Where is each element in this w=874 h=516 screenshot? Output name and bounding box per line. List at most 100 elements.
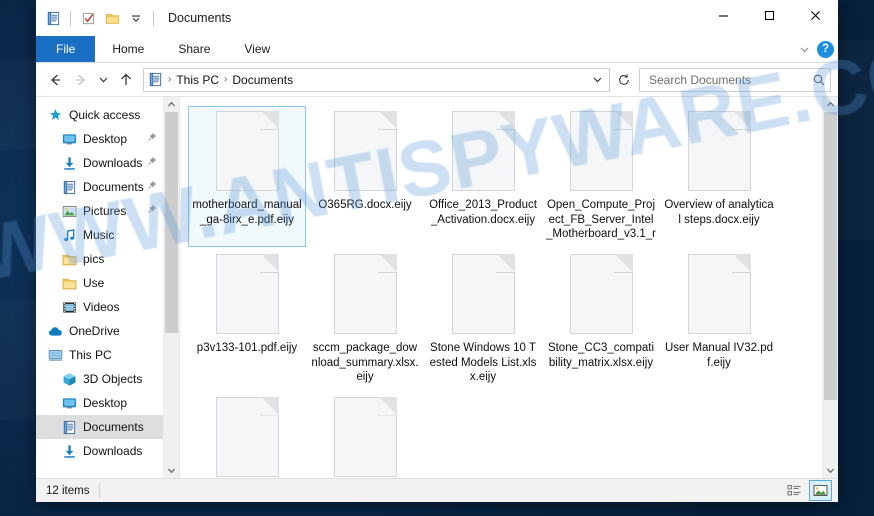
search-icon[interactable] — [812, 73, 826, 87]
content-scrollbar[interactable] — [822, 97, 838, 478]
up-button[interactable] — [114, 68, 138, 92]
chevron-down-icon[interactable] — [798, 43, 811, 56]
file-item[interactable]: p3v133-101.pdf.eijy — [188, 249, 306, 390]
tab-share[interactable]: Share — [161, 36, 227, 62]
breadcrumb-documents[interactable]: Documents — [229, 73, 296, 87]
file-item[interactable]: Stone Windows 10 Tested Models List.xlsx… — [424, 249, 542, 390]
customize-dropdown-icon[interactable] — [125, 7, 147, 29]
file-name-label: Overview of analytical steps.docx.eijy — [664, 199, 774, 226]
sidebar-item-label: OneDrive — [69, 324, 120, 338]
sidebar-item-pictures[interactable]: Pictures — [36, 199, 163, 223]
encrypted-file-icon — [451, 111, 515, 191]
document-properties-icon[interactable] — [42, 7, 64, 29]
search-input[interactable] — [647, 71, 812, 88]
content-scroll-down-arrow[interactable] — [823, 463, 838, 478]
tab-file[interactable]: File — [36, 36, 96, 62]
search-box[interactable] — [639, 67, 831, 92]
sidebar-item-label: Desktop — [83, 396, 128, 410]
downloads-icon — [61, 155, 77, 171]
pin-icon[interactable] — [146, 156, 157, 170]
file-item[interactable] — [188, 392, 306, 479]
file-item[interactable]: Stone_CC3_compatibility_matrix.xlsx.eijy — [542, 249, 660, 390]
sidebar-item-label: 3D Objects — [83, 372, 143, 386]
breadcrumb-separator-2[interactable]: › — [222, 74, 229, 85]
ribbon-right-controls: ? — [798, 36, 834, 62]
breadcrumb[interactable]: › This PC › Documents — [143, 67, 610, 92]
file-item[interactable]: Overview of analytical steps.docx.eijy — [660, 106, 778, 247]
help-button[interactable]: ? — [817, 40, 834, 58]
file-name-label: Office_2013_Product_Activation.docx.eijy — [429, 199, 537, 226]
address-bar-row: › This PC › Documents — [36, 63, 838, 96]
toolbar-divider — [70, 10, 71, 26]
sidebar-item-desktop[interactable]: Desktop — [36, 391, 163, 415]
forward-button[interactable] — [69, 68, 93, 92]
file-item[interactable]: Open_Compute_Project_FB_Server_Intel_Mot… — [542, 106, 660, 247]
large-icons-view-icon[interactable] — [809, 480, 832, 501]
status-divider — [99, 483, 101, 498]
sidebar-item-music[interactable]: Music — [36, 223, 163, 247]
file-item[interactable]: motherboard_manual_ga-8irx_e.pdf.eijy — [188, 106, 306, 247]
file-name-label: Open_Compute_Project_FB_Server_Intel_Mot… — [546, 199, 656, 240]
folder-icon — [61, 251, 77, 267]
sidebar-item-label: Documents — [83, 420, 144, 434]
minimize-button[interactable] — [700, 0, 746, 30]
videos-icon — [61, 299, 77, 315]
content-scroll-track[interactable] — [823, 112, 838, 463]
content-scroll-thumb[interactable] — [824, 112, 837, 400]
pin-icon[interactable] — [146, 204, 157, 218]
breadcrumb-separator-1[interactable]: › — [166, 74, 173, 85]
desktop-icon — [61, 395, 77, 411]
navigation-scrollbar[interactable] — [163, 97, 179, 478]
recent-locations-button[interactable] — [95, 68, 112, 92]
folder-icon — [61, 275, 77, 291]
pin-icon[interactable] — [146, 132, 157, 146]
pin-icon[interactable] — [146, 180, 157, 194]
nav-scroll-thumb[interactable] — [165, 112, 178, 334]
sidebar-item-documents[interactable]: Documents — [36, 415, 163, 439]
details-view-icon[interactable] — [783, 480, 806, 501]
refresh-button[interactable] — [614, 70, 633, 90]
file-item[interactable]: O365RG.docx.eijy — [306, 106, 424, 247]
sidebar-item-label: Desktop — [83, 132, 128, 146]
sidebar-item-label: pics — [83, 252, 105, 266]
breadcrumb-this-pc[interactable]: This PC — [173, 73, 222, 87]
sidebar-item-use[interactable]: Use — [36, 271, 163, 295]
sidebar-item-pics[interactable]: pics — [36, 247, 163, 271]
files-view[interactable]: motherboard_manual_ga-8irx_e.pdf.eijy O36… — [180, 97, 822, 478]
nav-scroll-up-arrow[interactable] — [164, 97, 179, 112]
sidebar-item-label: Videos — [83, 300, 120, 314]
maximize-button[interactable] — [746, 0, 792, 30]
file-item[interactable] — [306, 392, 424, 479]
sidebar-item-quick-access[interactable]: Quick access — [36, 103, 163, 127]
sidebar-item-onedrive[interactable]: OneDrive — [36, 319, 163, 343]
sidebar-item-downloads[interactable]: Downloads — [36, 151, 163, 175]
file-grid: motherboard_manual_ga-8irx_e.pdf.eijy O36… — [188, 106, 822, 478]
sidebar-item-documents[interactable]: Documents — [36, 175, 163, 199]
close-button[interactable] — [792, 0, 838, 30]
navigation-pane: Quick access Desktop Downloads Documents Pic… — [36, 97, 179, 478]
new-folder-icon[interactable] — [101, 7, 123, 29]
back-button[interactable] — [43, 68, 67, 92]
nav-scroll-down-arrow[interactable] — [164, 463, 179, 478]
star-pin-icon — [47, 107, 63, 123]
file-name-label: Stone Windows 10 Tested Models List.xlsx… — [429, 342, 537, 383]
sidebar-item-videos[interactable]: Videos — [36, 295, 163, 319]
window-title: Documents — [168, 11, 232, 25]
sidebar-item-desktop[interactable]: Desktop — [36, 127, 163, 151]
quick-access-toolbar — [36, 7, 158, 29]
file-item[interactable]: User Manual IV32.pdf.eijy — [660, 249, 778, 390]
checkbox-properties-icon[interactable] — [77, 7, 99, 29]
sidebar-item-downloads[interactable]: Downloads — [36, 439, 163, 463]
encrypted-file-icon — [333, 396, 397, 477]
tab-view[interactable]: View — [227, 36, 287, 62]
file-item[interactable]: Office_2013_Product_Activation.docx.eijy — [424, 106, 542, 247]
sidebar-item-label: This PC — [69, 348, 112, 362]
tab-home[interactable]: Home — [95, 36, 161, 62]
file-item[interactable]: sccm_package_download_summary.xlsx.eijy — [306, 249, 424, 390]
content-scroll-up-arrow[interactable] — [823, 97, 838, 112]
sidebar-item-this-pc[interactable]: This PC — [36, 343, 163, 367]
nav-scroll-track[interactable] — [164, 112, 179, 463]
sidebar-item-3d-objects[interactable]: 3D Objects — [36, 367, 163, 391]
file-name-label: motherboard_manual_ga-8irx_e.pdf.eijy — [192, 199, 302, 226]
address-dropdown-icon[interactable] — [588, 70, 607, 90]
